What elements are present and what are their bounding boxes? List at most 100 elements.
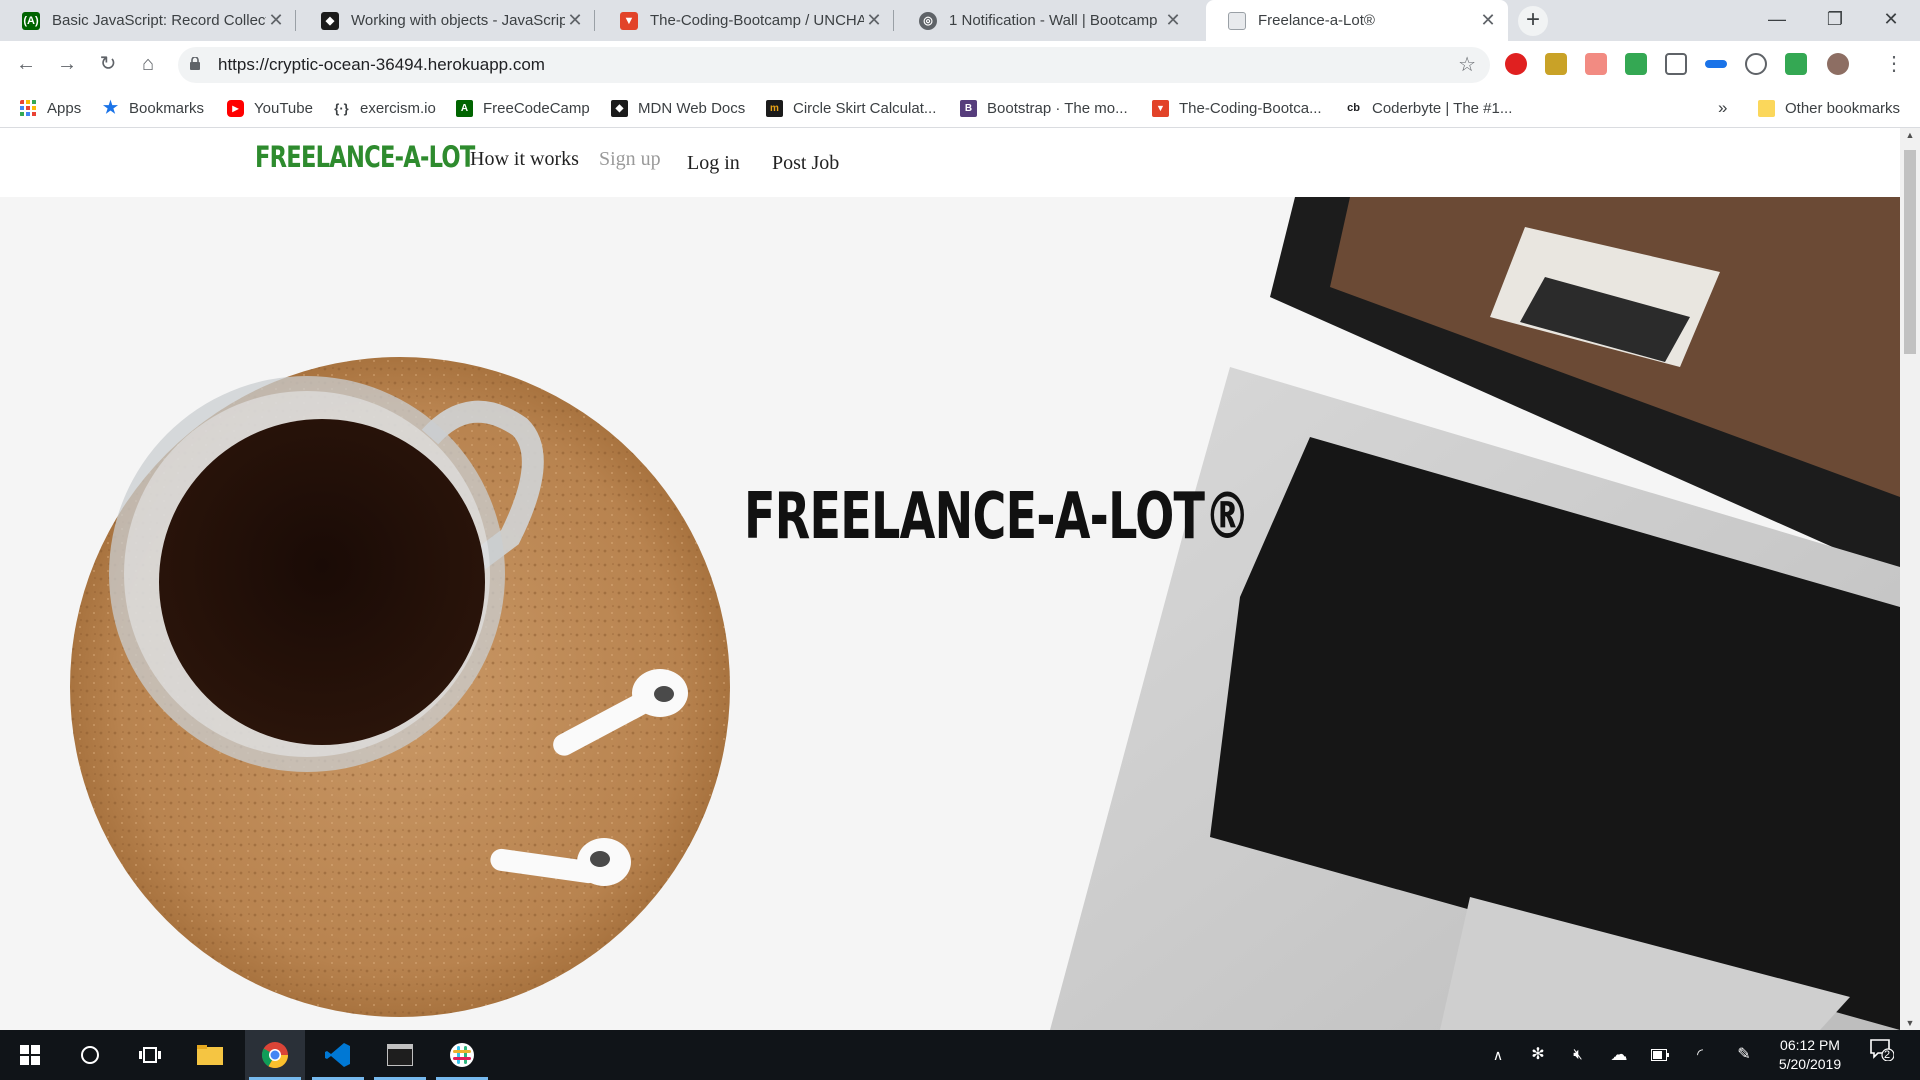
notification-icon (1870, 1039, 1895, 1062)
bookmark-label: Coderbyte | The #1... (1372, 99, 1513, 117)
vscode-icon (325, 1043, 350, 1067)
star-icon: ★ (102, 98, 119, 117)
bookmark-exercism[interactable]: {·} exercism.io (333, 88, 436, 128)
extension-icon[interactable] (1585, 53, 1607, 75)
menu-icon[interactable]: ⋮ (1878, 48, 1910, 80)
extension-icon[interactable] (1705, 60, 1727, 68)
bookmark-youtube[interactable]: ▶ YouTube (227, 88, 313, 128)
hero-background-image (0, 197, 1900, 1030)
folder-icon (1758, 99, 1775, 117)
exercism-icon: {·} (334, 100, 349, 116)
action-center-button[interactable]: 2 (1862, 1030, 1902, 1080)
bookmark-bookmarks[interactable]: ★ Bookmarks (102, 88, 204, 128)
scrollbar-thumb[interactable] (1904, 150, 1916, 354)
gitlab-icon: ▼ (1152, 99, 1169, 117)
file-explorer-button[interactable] (180, 1030, 240, 1080)
bookmarks-overflow-button[interactable]: » (1718, 88, 1727, 128)
nav-post-job[interactable]: Post Job (772, 152, 839, 175)
bookmark-apps[interactable]: Apps (20, 88, 81, 128)
bookmark-coding-bootcamp[interactable]: ▼ The-Coding-Bootca... (1152, 88, 1322, 128)
close-window-button[interactable]: ✕ (1862, 0, 1920, 41)
hero-title: FREELANCE-A-LOT® (744, 480, 1250, 554)
other-bookmarks[interactable]: Other bookmarks (1758, 88, 1900, 128)
gitlab-icon: ▼ (620, 11, 638, 30)
bookmark-circle-skirt[interactable]: m Circle Skirt Calculat... (766, 88, 936, 128)
freecodecamp-icon: (A) (22, 11, 40, 30)
extension-icon[interactable] (1745, 53, 1767, 75)
extension-icon[interactable] (1785, 53, 1807, 75)
bookmark-freecodecamp[interactable]: A FreeCodeCamp (456, 88, 590, 128)
tab-title: Working with objects - JavaScript (351, 12, 565, 29)
page-icon (1228, 11, 1246, 30)
browser-chrome: (A) Basic JavaScript: Record Collectic ✕… (0, 0, 1920, 128)
bookmark-star-icon[interactable]: ☆ (1458, 47, 1476, 83)
bookmark-coderbyte[interactable]: cb Coderbyte | The #1... (1345, 88, 1512, 128)
coderbyte-icon: cb (1347, 102, 1360, 114)
battery-icon[interactable] (1646, 1030, 1674, 1080)
nav-sign-up[interactable]: Sign up (599, 148, 661, 171)
home-button[interactable]: ⌂ (132, 48, 164, 80)
notification-count: 2 (1884, 1049, 1891, 1061)
tab-title: Basic JavaScript: Record Collectic (52, 12, 266, 29)
close-icon[interactable]: ✕ (1163, 10, 1183, 31)
web-page: FREELANCE-A-LOT How it works Sign up Log… (0, 128, 1900, 1030)
scroll-down-icon[interactable]: ▼ (1900, 1018, 1920, 1028)
close-icon[interactable]: ✕ (266, 10, 286, 31)
checkmark-extension-icon[interactable] (1625, 53, 1647, 75)
tab-freelance-a-lot[interactable]: Freelance-a-Lot® ✕ (1206, 0, 1508, 41)
lock-icon[interactable] (190, 57, 200, 70)
tab-title: 1 Notification - Wall | Bootcamp (949, 12, 1158, 29)
terminal-taskbar-button[interactable] (370, 1030, 430, 1080)
show-hidden-icons-chevron-icon[interactable]: ∧ (1486, 1030, 1510, 1080)
task-view-button[interactable] (120, 1030, 180, 1080)
screenshot-extension-icon[interactable] (1665, 53, 1687, 75)
reload-button[interactable]: ↻ (92, 48, 124, 80)
close-icon[interactable]: ✕ (864, 10, 884, 31)
page-scrollbar[interactable]: ▲ ▼ (1900, 128, 1920, 1030)
scroll-up-icon[interactable]: ▲ (1900, 130, 1920, 140)
close-icon[interactable]: ✕ (565, 10, 585, 31)
nav-log-in[interactable]: Log in (687, 152, 740, 175)
forward-button[interactable]: → (51, 48, 83, 80)
freecodecamp-icon: A (456, 99, 473, 117)
bookmark-bootstrap[interactable]: B Bootstrap · The mo... (960, 88, 1128, 128)
slack-taskbar-button[interactable] (432, 1030, 492, 1080)
slack-icon (450, 1043, 474, 1067)
restore-button[interactable]: ❐ (1806, 0, 1864, 41)
search-circle-icon (81, 1046, 99, 1064)
tab-coding-bootcamp[interactable]: ▼ The-Coding-Bootcamp / UNCHA ✕ (598, 0, 894, 41)
opera-extension-icon[interactable] (1505, 53, 1527, 75)
globe-icon: ◎ (919, 11, 937, 30)
url-text[interactable]: https://cryptic-ocean-36494.herokuapp.co… (218, 47, 545, 83)
windows-logo-icon (20, 1045, 40, 1065)
bluetooth-devices-icon[interactable]: ✻ (1524, 1030, 1552, 1080)
site-brand[interactable]: FREELANCE-A-LOT (255, 140, 475, 174)
browser-toolbar: ← → ↻ ⌂ https://cryptic-ocean-36494.hero… (0, 41, 1920, 88)
chrome-taskbar-button[interactable] (245, 1030, 305, 1080)
taskbar-clock[interactable]: 06:12 PM 5/20/2019 (1764, 1036, 1856, 1074)
mdn-icon: ◆ (611, 99, 628, 117)
wifi-icon[interactable]: ◜ (1686, 1030, 1714, 1080)
m-icon: m (766, 99, 783, 117)
avatar[interactable] (1827, 53, 1849, 75)
bookmark-mdn[interactable]: ◆ MDN Web Docs (611, 88, 745, 128)
nav-how-it-works[interactable]: How it works (470, 148, 579, 171)
vscode-taskbar-button[interactable] (308, 1030, 368, 1080)
clock-time: 06:12 PM (1780, 1037, 1840, 1053)
back-button[interactable]: ← (10, 48, 42, 80)
tab-working-with-objects[interactable]: ◆ Working with objects - JavaScript ✕ (299, 0, 595, 41)
search-button[interactable] (60, 1030, 120, 1080)
volume-muted-icon[interactable]: 🔇︎ (1564, 1030, 1592, 1080)
tab-record-collection[interactable]: (A) Basic JavaScript: Record Collectic ✕ (0, 0, 296, 41)
extension-icon[interactable] (1545, 53, 1567, 75)
start-button[interactable] (0, 1030, 60, 1080)
tab-title: Freelance-a-Lot® (1258, 12, 1375, 29)
pen-ink-icon[interactable]: ✎ (1730, 1030, 1758, 1080)
new-tab-button[interactable]: + (1518, 6, 1548, 36)
close-icon[interactable]: ✕ (1478, 10, 1498, 31)
address-bar[interactable]: https://cryptic-ocean-36494.herokuapp.co… (178, 47, 1490, 83)
tab-notification-wall[interactable]: ◎ 1 Notification - Wall | Bootcamp ✕ (897, 0, 1193, 41)
bootstrap-icon: B (960, 99, 977, 117)
onedrive-cloud-icon[interactable]: ☁ (1604, 1030, 1634, 1080)
minimize-button[interactable]: — (1748, 0, 1806, 41)
